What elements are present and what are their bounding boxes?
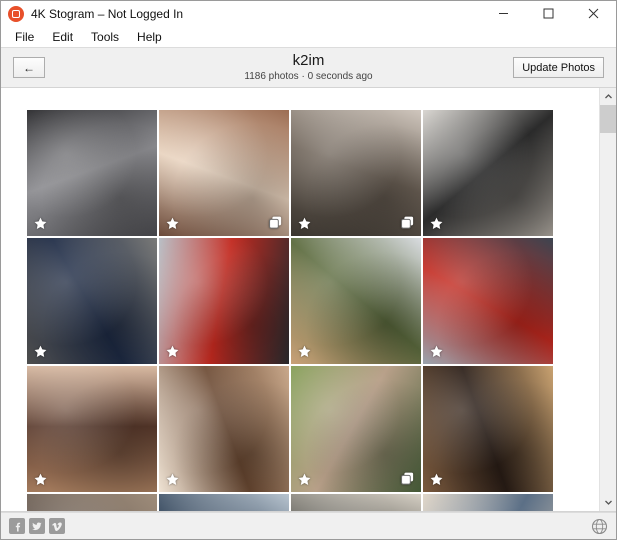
photo-thumbnail [159,494,289,511]
status-bar [1,512,616,539]
close-icon[interactable] [571,1,616,27]
scroll-up-icon[interactable] [600,88,617,105]
favorite-star-icon [166,473,179,485]
photo-tile[interactable] [423,494,553,511]
favorite-star-icon [430,217,443,229]
social-links [9,518,65,534]
multi-photo-icon [401,472,414,485]
photo-tile[interactable] [423,238,553,364]
globe-icon[interactable] [590,517,608,535]
account-header: ← k2im 1186 photos · 0 seconds ago Updat… [1,48,616,88]
photo-thumbnail [423,494,553,511]
page-title: k2im [292,51,325,69]
menu-bar: File Edit Tools Help [1,27,616,48]
title-bar: 4K Stogram – Not Logged In [1,1,616,27]
menu-item-tools[interactable]: Tools [83,28,127,46]
photo-thumbnail [27,494,157,511]
facebook-icon[interactable] [9,518,25,534]
favorite-star-icon [430,473,443,485]
update-photos-button[interactable]: Update Photos [513,57,604,78]
menu-item-help[interactable]: Help [129,28,170,46]
vertical-scrollbar[interactable] [599,88,616,511]
photo-tile[interactable] [27,366,157,492]
photo-grid [27,110,599,511]
photo-tile[interactable] [159,110,289,236]
scrollbar-track[interactable] [599,105,616,494]
page-subtitle: 1186 photos · 0 seconds ago [244,70,373,82]
minimize-icon[interactable] [481,1,526,27]
multi-photo-icon [269,216,282,229]
photo-tile[interactable] [159,494,289,511]
maximize-icon[interactable] [526,1,571,27]
vimeo-icon[interactable] [49,518,65,534]
scroll-down-icon[interactable] [600,494,617,511]
favorite-star-icon [430,345,443,357]
favorite-star-icon [166,345,179,357]
scrollbar-thumb[interactable] [599,105,616,133]
photo-tile[interactable] [27,238,157,364]
back-button[interactable]: ← [13,57,45,78]
favorite-star-icon [166,217,179,229]
photo-tile[interactable] [159,366,289,492]
photo-tile[interactable] [291,494,421,511]
photo-tile[interactable] [159,238,289,364]
app-window: 4K Stogram – Not Logged In File Edit Too… [0,0,617,540]
photo-thumbnail [291,494,421,511]
multi-photo-icon [401,216,414,229]
window-title: 4K Stogram – Not Logged In [31,6,184,21]
menu-item-edit[interactable]: Edit [44,28,81,46]
photo-grid-viewport [1,88,599,511]
favorite-star-icon [298,217,311,229]
photo-tile[interactable] [423,110,553,236]
photo-tile[interactable] [291,238,421,364]
photo-tile[interactable] [291,110,421,236]
stogram-app-icon [8,5,24,22]
photo-tile[interactable] [27,110,157,236]
content-area [1,88,616,512]
window-controls [481,1,616,27]
photo-tile[interactable] [27,494,157,511]
favorite-star-icon [34,217,47,229]
menu-item-file[interactable]: File [7,28,42,46]
favorite-star-icon [298,473,311,485]
favorite-star-icon [34,473,47,485]
photo-tile[interactable] [291,366,421,492]
favorite-star-icon [298,345,311,357]
twitter-icon[interactable] [29,518,45,534]
photo-tile[interactable] [423,366,553,492]
favorite-star-icon [34,345,47,357]
